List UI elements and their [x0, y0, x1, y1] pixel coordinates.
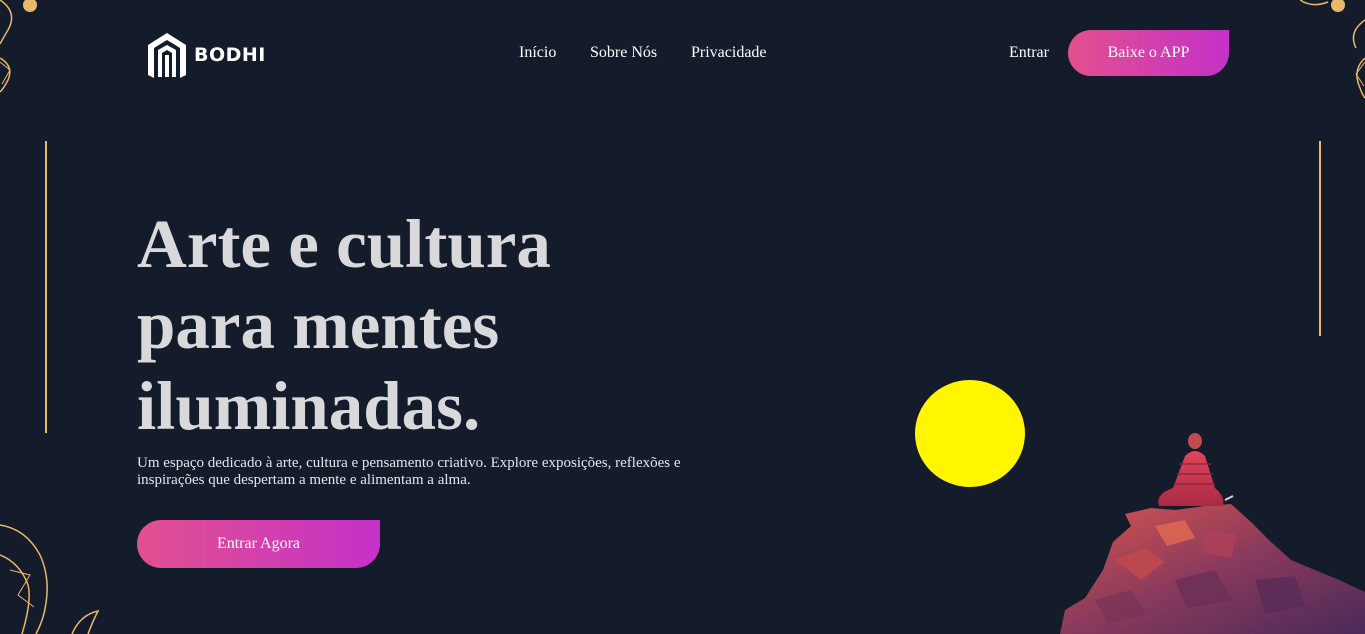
floral-corner-bottom-left-icon	[0, 524, 100, 634]
floral-corner-top-left-icon	[0, 0, 37, 93]
brand-name: BODHI	[194, 44, 266, 66]
login-link[interactable]: Entrar	[1009, 44, 1049, 62]
download-app-button[interactable]: Baixe o APP	[1068, 30, 1229, 76]
right-vertical-line	[1319, 141, 1321, 336]
nav-link-sobre-nos[interactable]: Sobre Nós	[590, 44, 657, 62]
hero-title: Arte e cultura para mentes iluminadas.	[137, 204, 697, 447]
sun-icon	[915, 380, 1025, 487]
nav-link-privacidade[interactable]: Privacidade	[691, 44, 767, 62]
nav-link-inicio[interactable]: Início	[519, 44, 556, 62]
floral-corner-top-right-icon	[1300, 0, 1365, 99]
meditating-figure-icon	[1060, 433, 1365, 634]
hero-title-line-3: iluminadas.	[137, 368, 481, 444]
hero-title-line-2: para mentes	[137, 287, 500, 363]
enter-now-button[interactable]: Entrar Agora	[137, 520, 380, 568]
brand-logo[interactable]: BODHI	[146, 31, 266, 79]
hero-title-line-1: Arte e cultura	[137, 206, 551, 282]
bodhi-logo-icon	[148, 33, 186, 78]
hero-description: Um espaço dedicado à arte, cultura e pen…	[137, 455, 681, 488]
left-vertical-line	[45, 141, 47, 433]
